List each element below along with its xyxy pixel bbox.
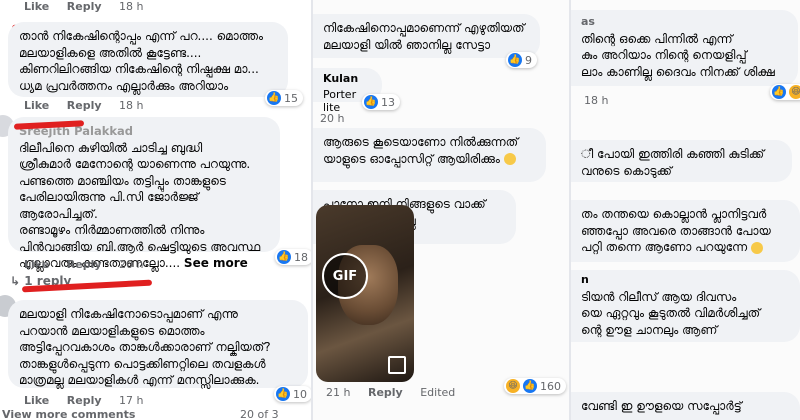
like-link[interactable]: Like xyxy=(24,394,49,407)
smile-emoji-icon xyxy=(750,241,763,254)
like-reaction-icon: 👍 xyxy=(276,387,290,401)
reaction-count[interactable]: 👍 15 xyxy=(265,90,303,106)
view-more-comments[interactable]: View more comments xyxy=(2,408,135,420)
comment-bubble-1: നികേഷിനൊപ്പമാണെന്ന് എഴുതിയത് മലയാളി യിൽ … xyxy=(312,14,540,58)
comment-meta: 21 h Reply Edited xyxy=(326,386,469,399)
comment-author[interactable]: as xyxy=(581,14,787,31)
reaction-count[interactable]: 😆 👍 160 xyxy=(504,378,566,394)
comment-author[interactable]: Kulan xyxy=(323,71,371,88)
smile-emoji-icon xyxy=(503,153,516,165)
timestamp: 18 h xyxy=(119,0,144,13)
like-reaction-icon: 👍 xyxy=(267,91,281,105)
reaction-count[interactable]: 👍 18 xyxy=(275,249,312,265)
timestamp: 20 h xyxy=(119,258,144,271)
open-external-icon[interactable] xyxy=(388,356,406,374)
reaction-number: 9 xyxy=(525,53,532,67)
like-link[interactable]: Like xyxy=(24,258,49,271)
comment-text: ആരുടെ കൂടെയാണോ നിൽക്കുന്നത് യാളുടെ ഓപ്പോ… xyxy=(323,135,519,166)
comment-text: നികേഷിനൊപ്പമാണെന്ന് എഴുതിയത് മലയാളി യിൽ … xyxy=(323,21,525,52)
reaction-number: 15 xyxy=(284,91,298,105)
comment-text: ീ പോയി ഇത്തിരി കഞ്ഞി കുടിക്ക് വനുടെ കൊടു… xyxy=(581,147,765,178)
see-more-link[interactable]: See more xyxy=(184,256,248,270)
timestamp: 21 h xyxy=(326,386,351,399)
edited-label: Edited xyxy=(420,386,456,399)
timestamp: 18 h xyxy=(584,94,609,107)
reaction-count[interactable]: 👍 13 xyxy=(362,94,400,110)
comment-bubble-3: തം തന്തയെ കൊല്ലാൻ പ്ലാനിട്ടവർ ഞ്ഞപ്പോ അവ… xyxy=(570,200,800,262)
panel-divider xyxy=(569,0,571,420)
like-reaction-icon: 👍 xyxy=(277,250,291,264)
reaction-number: 13 xyxy=(381,95,395,109)
comment-bubble-2: Sreejith Palakkad ദിലീപിനെ കുഴിയിൽ ചാടിച… xyxy=(8,117,280,270)
gif-attachment[interactable]: GIF xyxy=(316,205,414,382)
reaction-number: 18 xyxy=(294,250,308,264)
comment-bubble-1: as തിന്റെ ഒക്കെ പിന്നിൽ എന്ന് കും അറിയാം… xyxy=(570,10,798,86)
comment-text: വേണ്ടി ഇ ഊളയെ സപ്പോർട്ട് xyxy=(581,399,742,413)
comment-meta-top: Like Reply 18 h xyxy=(24,0,157,13)
gif-badge: GIF xyxy=(322,253,368,299)
reply-link[interactable]: Reply xyxy=(67,258,102,271)
comment-meta: Like Reply 20 h xyxy=(24,258,157,271)
comment-bubble-1: താൻ നികേഷിന്റൊപ്പം എന്ന് പറ.... മൊത്തം മ… xyxy=(8,22,288,97)
comment-count: 20 of 3 xyxy=(240,408,279,420)
like-link[interactable]: Like xyxy=(24,99,49,112)
like-reaction-icon: 👍 xyxy=(772,85,786,99)
reaction-count[interactable]: 👍 10 xyxy=(274,386,312,402)
comment-text: തം തന്തയെ കൊല്ലാൻ പ്ലാനിട്ടവർ ഞ്ഞപ്പോ അവ… xyxy=(581,207,771,254)
reaction-number: 160 xyxy=(540,379,561,393)
like-reaction-icon: 👍 xyxy=(508,53,522,67)
comment-bubble-5: വേണ്ടി ഇ ഊളയെ സപ്പോർട്ട് xyxy=(570,392,800,420)
comment-text: ടിയൻ റിലീസ് ആയ ദിവസം യെ ഏറ്റവും കൂടുതൽ വ… xyxy=(581,289,761,337)
comment-author[interactable]: n xyxy=(581,272,789,289)
comment-text: തിന്റെ ഒക്കെ പിന്നിൽ എന്ന് കും അറിയാം നി… xyxy=(581,31,775,79)
comments-panel-left: Like Reply 18 h താൻ നികേഷിന്റൊപ്പം എന്ന്… xyxy=(0,0,312,420)
reaction-count[interactable]: 👍 😆 xyxy=(770,84,800,100)
like-reaction-icon: 👍 xyxy=(364,95,378,109)
comment-text: താൻ നികേഷിന്റൊപ്പം എന്ന് പറ.... മൊത്തം മ… xyxy=(19,29,264,93)
panel-divider xyxy=(311,0,313,420)
comment-meta: Like Reply 18 h xyxy=(24,99,157,112)
reply-link[interactable]: Reply xyxy=(67,99,102,112)
reaction-count[interactable]: 👍 9 xyxy=(506,52,537,68)
reply-link[interactable]: Reply xyxy=(67,394,102,407)
comment-bubble-2: ീ പോയി ഇത്തിരി കഞ്ഞി കുടിക്ക് വനുടെ കൊടു… xyxy=(570,140,792,182)
haha-reaction-icon: 😆 xyxy=(789,85,800,99)
comment-meta: Like Reply 17 h xyxy=(24,394,157,407)
like-link[interactable]: Like xyxy=(24,0,49,13)
haha-reaction-icon: 😆 xyxy=(506,379,520,393)
comment-bubble-3: മലയാളി നികേഷിനോടൊപ്പമാണ് എന്നു പറയാൻ മലയ… xyxy=(8,300,308,388)
comment-bubble-3: ആരുടെ കൂടെയാണോ നിൽക്കുന്നത് യാളുടെ ഓപ്പോ… xyxy=(312,128,546,182)
comments-panel-right: as തിന്റെ ഒക്കെ പിന്നിൽ എന്ന് കും അറിയാം… xyxy=(570,0,800,420)
comment-text: ദിലീപിനെ കുഴിയിൽ ചാടിച്ച ബുദ്ധി ശ്രീകുമാ… xyxy=(19,140,261,271)
timestamp: 20 h xyxy=(320,112,345,125)
comment-bubble-4: n ടിയൻ റിലീസ് ആയ ദിവസം യെ ഏറ്റവും കൂടുതൽ… xyxy=(570,270,800,342)
comment-text: മലയാളി നികേഷിനോടൊപ്പമാണ് എന്നു പറയാൻ മലയ… xyxy=(19,307,271,387)
timestamp: 18 h xyxy=(119,99,144,112)
reply-arrow-icon: ↳ xyxy=(10,274,21,288)
timestamp: 17 h xyxy=(119,394,144,407)
reply-link[interactable]: Reply xyxy=(67,0,102,13)
reply-link[interactable]: Reply xyxy=(368,386,403,399)
like-reaction-icon: 👍 xyxy=(523,379,537,393)
reaction-number: 10 xyxy=(293,387,307,401)
